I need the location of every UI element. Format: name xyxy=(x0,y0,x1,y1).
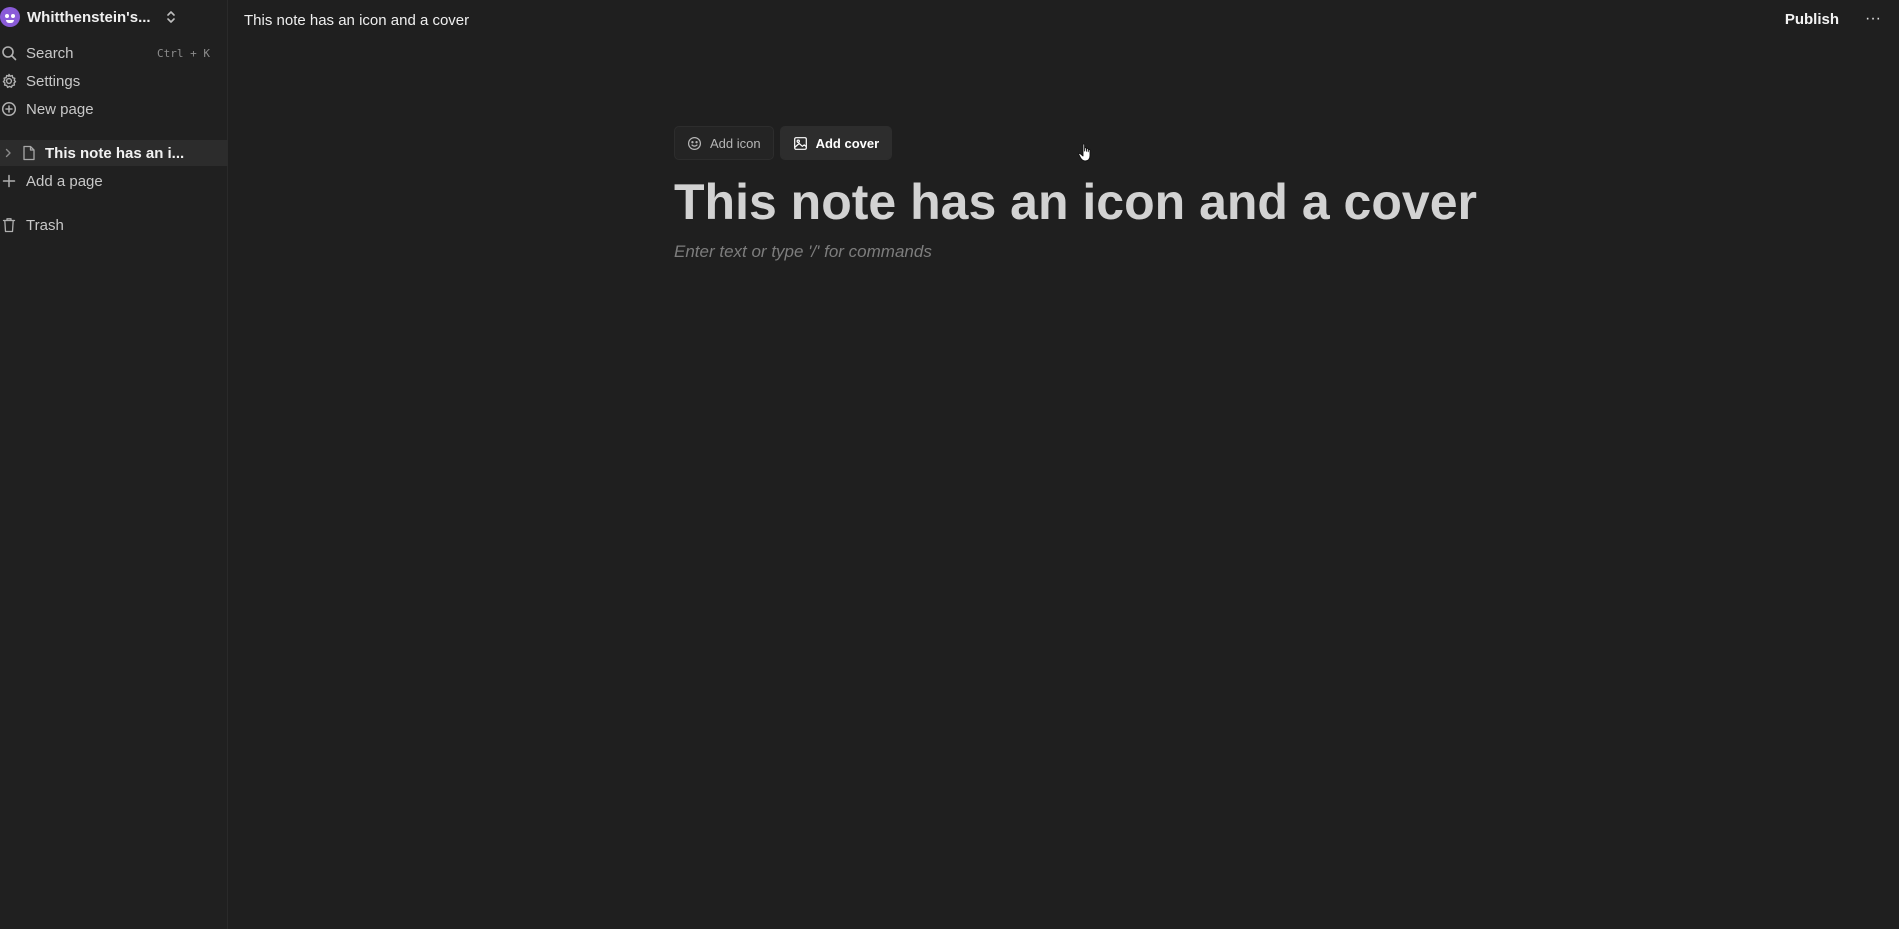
sidebar-item-add-page[interactable]: Add a page xyxy=(0,168,228,194)
sidebar-item-label: Trash xyxy=(26,216,64,234)
sidebar-item-label: Settings xyxy=(26,72,81,90)
workspace-name: Whitthenstein's... xyxy=(27,8,151,26)
sidebar-item-label: New page xyxy=(26,100,94,118)
plus-circle-icon xyxy=(0,100,18,118)
add-cover-label: Add cover xyxy=(815,135,880,151)
page-header-actions: Add icon Add cover xyxy=(674,126,1574,160)
search-icon xyxy=(0,44,18,62)
add-icon-button[interactable]: Add icon xyxy=(674,126,774,160)
sidebar-item-label: Add a page xyxy=(26,172,103,190)
sidebar: Whitthenstein's... Search Ctrl + K Setti… xyxy=(0,0,228,929)
image-icon xyxy=(793,136,808,151)
sidebar-page-label: This note has an i... xyxy=(45,144,185,162)
sidebar-item-search[interactable]: Search Ctrl + K xyxy=(0,40,228,66)
sidebar-item-new-page[interactable]: New page xyxy=(0,96,228,122)
workspace-switcher[interactable]: Whitthenstein's... xyxy=(0,4,228,30)
more-options-icon[interactable]: ··· xyxy=(1861,9,1885,29)
plus-icon xyxy=(0,172,18,190)
add-cover-button[interactable]: Add cover xyxy=(779,126,893,160)
page-title[interactable]: This note has an icon and a cover xyxy=(674,172,1574,232)
document-icon xyxy=(22,145,36,161)
chevron-up-down-icon[interactable] xyxy=(165,10,177,24)
sidebar-item-label: Search xyxy=(26,44,74,62)
breadcrumb[interactable]: This note has an icon and a cover xyxy=(244,12,469,29)
workspace-avatar xyxy=(0,7,20,27)
sidebar-item-settings[interactable]: Settings xyxy=(0,68,228,94)
chevron-right-icon[interactable] xyxy=(4,148,12,158)
trash-icon xyxy=(0,216,18,234)
gear-icon xyxy=(0,72,18,90)
app-window: Whitthenstein's... Search Ctrl + K Setti… xyxy=(0,0,1899,929)
sidebar-item-trash[interactable]: Trash xyxy=(0,212,228,238)
shortcut-hint: Ctrl + K xyxy=(157,46,210,60)
publish-button[interactable]: Publish xyxy=(1785,11,1839,28)
editor-placeholder[interactable]: Enter text or type '/' for commands xyxy=(674,242,1574,262)
add-icon-label: Add icon xyxy=(710,135,761,151)
main-content: This note has an icon and a cover Publis… xyxy=(228,0,1899,929)
sidebar-page-item[interactable]: This note has an i... xyxy=(0,140,228,166)
smiley-icon xyxy=(687,136,702,151)
editor: Add icon Add cover This note has an icon… xyxy=(674,126,1574,262)
